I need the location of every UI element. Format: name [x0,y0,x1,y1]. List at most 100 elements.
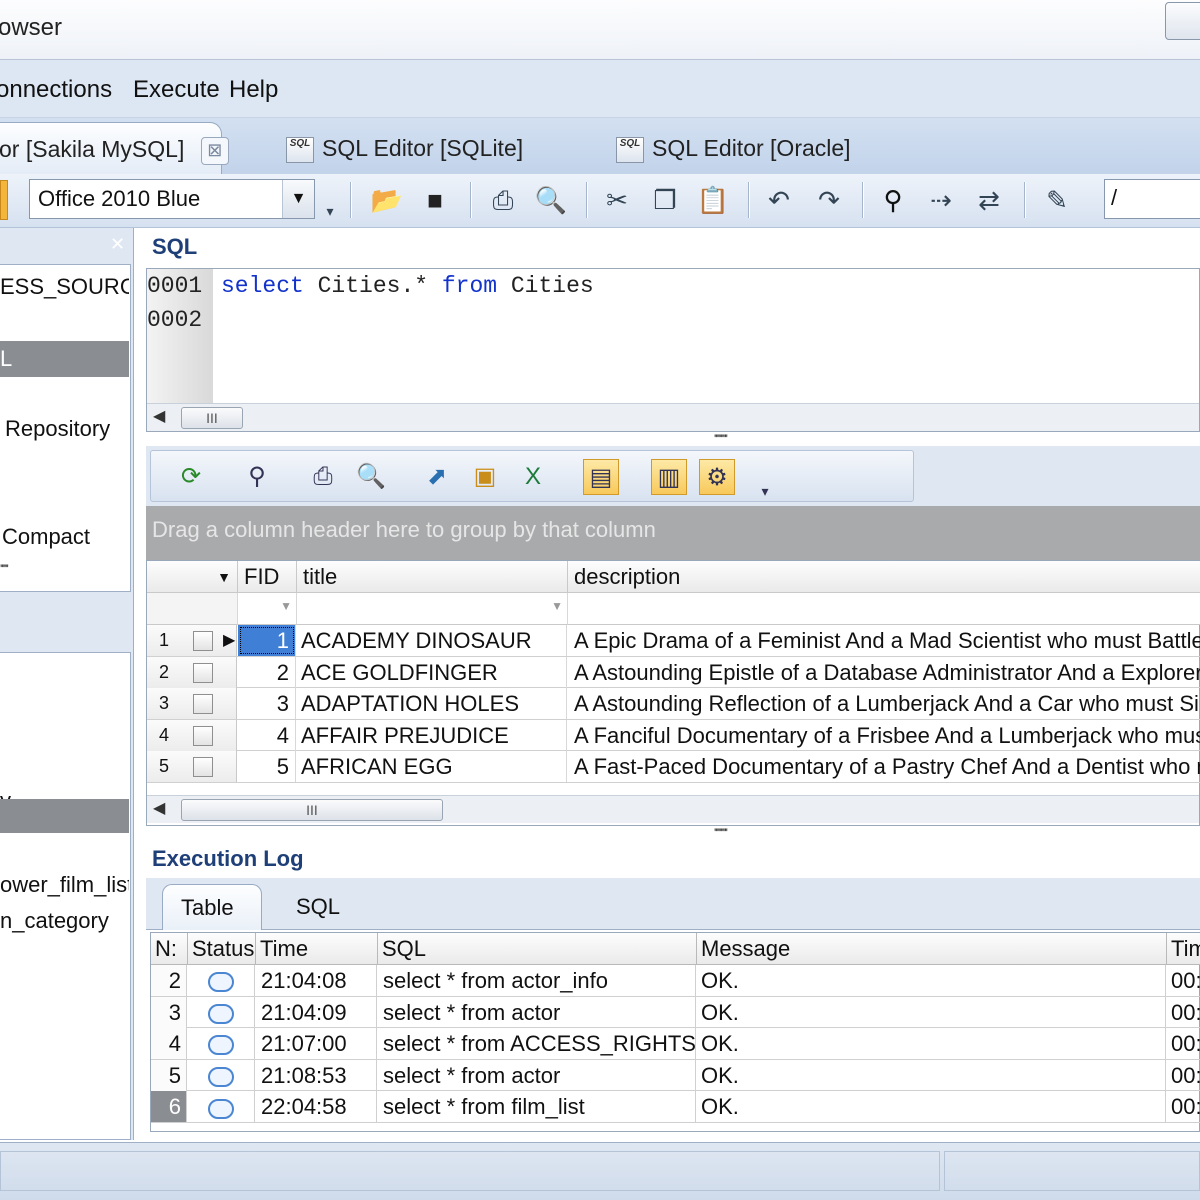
cell-time[interactable]: 21:04:08 [256,965,377,996]
export-package-icon[interactable]: ▣ [467,459,503,495]
horizontal-scrollbar[interactable]: ◀ III [147,403,1199,431]
close-icon[interactable]: ⊠ [200,136,229,165]
splitter-handle[interactable]: '''''' [0,563,30,575]
table-row[interactable]: 5 5 AFRICAN EGG A Fast-Paced Documentary of… [147,751,1200,783]
cell-time-elapsed[interactable]: 00: [1167,997,1200,1028]
list-item[interactable]: ESS_SOURCE [0,269,129,305]
menu-execute[interactable]: Execute [133,76,220,104]
scroll-left-icon[interactable]: ◀ [153,406,165,426]
tab-oracle[interactable]: SQL SQL Editor [Oracle] [616,122,851,174]
cell-title[interactable]: ACE GOLDFINGER [297,656,567,688]
cell-fid[interactable]: 3 [238,688,296,720]
minimize-button[interactable] [1165,2,1200,40]
cell-time[interactable]: 21:08:53 [256,1059,377,1091]
cell-sql[interactable]: select * from actor [378,1059,696,1091]
tab-sqlite[interactable]: SQL SQL Editor [SQLite] [286,122,523,174]
cell-fid[interactable]: 5 [238,751,296,783]
find-next-icon[interactable]: ⇢ [924,183,958,217]
save-icon[interactable]: ■ [418,183,452,217]
toolbar-overflow-icon[interactable]: ▾ [320,194,340,228]
table-row[interactable]: 3 21:04:09 select * from actor OK. 00: [151,996,1200,1029]
replace-icon[interactable]: ⇄ [972,183,1006,217]
cell-time[interactable]: 21:04:09 [256,996,377,1028]
find-record-icon[interactable]: ⚲ [239,459,275,495]
column-header-message[interactable]: Message [697,933,1167,965]
row-indicator[interactable]: 4 [147,719,237,751]
toolbar-overflow-icon[interactable]: ▾ [747,473,783,509]
list-item-selected[interactable] [0,799,129,833]
cell-time-elapsed[interactable]: 00: [1167,1028,1200,1059]
cell-fid[interactable]: 2 [238,656,296,688]
cell-sql[interactable]: select * from ACCESS_RIGHTS [378,1028,696,1060]
table-row[interactable]: 5 21:08:53 select * from actor OK. 00: [151,1059,1200,1092]
columns-icon[interactable]: ▥ [651,459,687,495]
table-row[interactable]: 1 ▶ 1 ACADEMY DINOSAUR A Epic Drama of a Fem… [147,625,1200,657]
scroll-left-icon[interactable]: ◀ [153,798,165,818]
menu-help[interactable]: Help [229,76,278,104]
table-row[interactable]: 4 4 AFFAIR PREJUDICE A Fanciful Documentary… [147,719,1200,752]
open-folder-icon[interactable]: 📂 [370,183,404,217]
form-view-icon[interactable]: ▤ [583,459,619,495]
print-preview-icon[interactable]: 🔍 [534,183,568,217]
tab-sakila-mysql[interactable]: or [Sakila MySQL] ⊠ [0,122,229,174]
cell-message[interactable]: OK. [697,965,1166,996]
column-header-title[interactable]: title [297,561,568,593]
cell-message[interactable]: OK. [697,1059,1166,1091]
refresh-icon[interactable]: ⟳ [173,459,209,495]
cell-fid[interactable]: 1 [238,625,296,656]
row-indicator[interactable]: 3 [147,688,237,720]
paste-icon[interactable]: 📋 [696,183,730,217]
table-row[interactable]: 2 21:04:08 select * from actor_info OK. 00: [151,965,1200,997]
row-checkbox[interactable] [193,757,213,778]
row-checkbox[interactable] [193,694,213,715]
cell-description[interactable]: A Fast-Paced Documentary of a Pastry Che… [568,751,1200,782]
cell-title[interactable]: AFFAIR PREJUDICE [297,719,567,751]
table-row[interactable]: 2 2 ACE GOLDFINGER A Astounding Epistle of … [147,656,1200,689]
table-row[interactable]: 6 22:04:58 select * from film_list OK. 00: [151,1091,1200,1123]
column-header-n[interactable]: N: [151,933,188,965]
print-icon[interactable]: ⎙ [486,183,520,217]
group-by-hint[interactable]: Drag a column header here to group by th… [146,506,1200,560]
cell-description[interactable]: A Epic Drama of a Feminist And a Mad Sci… [568,625,1200,656]
cell-sql[interactable]: select * from film_list [378,1091,696,1123]
cell-title[interactable]: AFRICAN EGG [297,751,567,783]
tab-table[interactable]: Table [162,884,262,930]
print-preview-icon[interactable]: 🔍 [353,459,389,495]
cell-description[interactable]: A Astounding Reflection of a Lumberjack … [568,688,1200,719]
table-row[interactable]: 4 21:07:00 select * from ACCESS_RIGHTS OK. 0… [151,1028,1200,1060]
filter-fid[interactable]: ▼ [238,593,297,625]
excel-icon[interactable]: X [515,459,551,495]
column-header-status[interactable]: Status [188,933,256,965]
sql-editor[interactable]: 0001 0002 select Cities.* from Cities ◀ … [146,268,1200,432]
row-indicator[interactable]: 1 ▶ [147,625,237,656]
print-icon[interactable]: ⎙ [305,459,341,495]
cell-time[interactable]: 22:04:58 [256,1091,377,1123]
splitter-handle[interactable]: '''''''''' [714,433,728,445]
sql-code[interactable]: select Cities.* from Cities [221,269,594,303]
cut-icon[interactable]: ✂ [600,183,634,217]
cell-time-elapsed[interactable]: 00: [1167,965,1200,996]
column-header-description[interactable]: description [568,561,1200,593]
scrollbar-thumb[interactable]: III [181,407,243,429]
list-item[interactable]: Repository [0,411,129,447]
cell-title[interactable]: ADAPTATION HOLES [297,688,567,720]
find-icon[interactable]: ⚲ [876,183,910,217]
close-icon[interactable]: ✕ [110,234,125,255]
table-row[interactable]: 3 3 ADAPTATION HOLES A Astounding Reflectio… [147,688,1200,720]
export-icon[interactable]: ⬈ [419,459,455,495]
menu-connections[interactable]: onnections [0,76,112,104]
cell-fid[interactable]: 4 [238,719,296,751]
list-item[interactable]: n_category [0,903,129,939]
theme-button[interactable] [0,180,8,220]
settings-icon[interactable]: ⚙ [699,459,735,495]
filter-title[interactable]: ▼ [297,593,568,625]
cell-sql[interactable]: select * from actor_info [378,965,696,996]
column-header-time-elapsed[interactable]: Tim [1167,933,1200,965]
column-header-fid[interactable]: FID [238,561,297,593]
cell-message[interactable]: OK. [697,1028,1166,1060]
scrollbar-thumb[interactable]: III [181,799,443,821]
row-checkbox[interactable] [193,725,213,746]
column-header-time[interactable]: Time [256,933,378,965]
row-checkbox[interactable] [193,662,213,683]
edit-icon[interactable]: ✎ [1040,183,1074,217]
